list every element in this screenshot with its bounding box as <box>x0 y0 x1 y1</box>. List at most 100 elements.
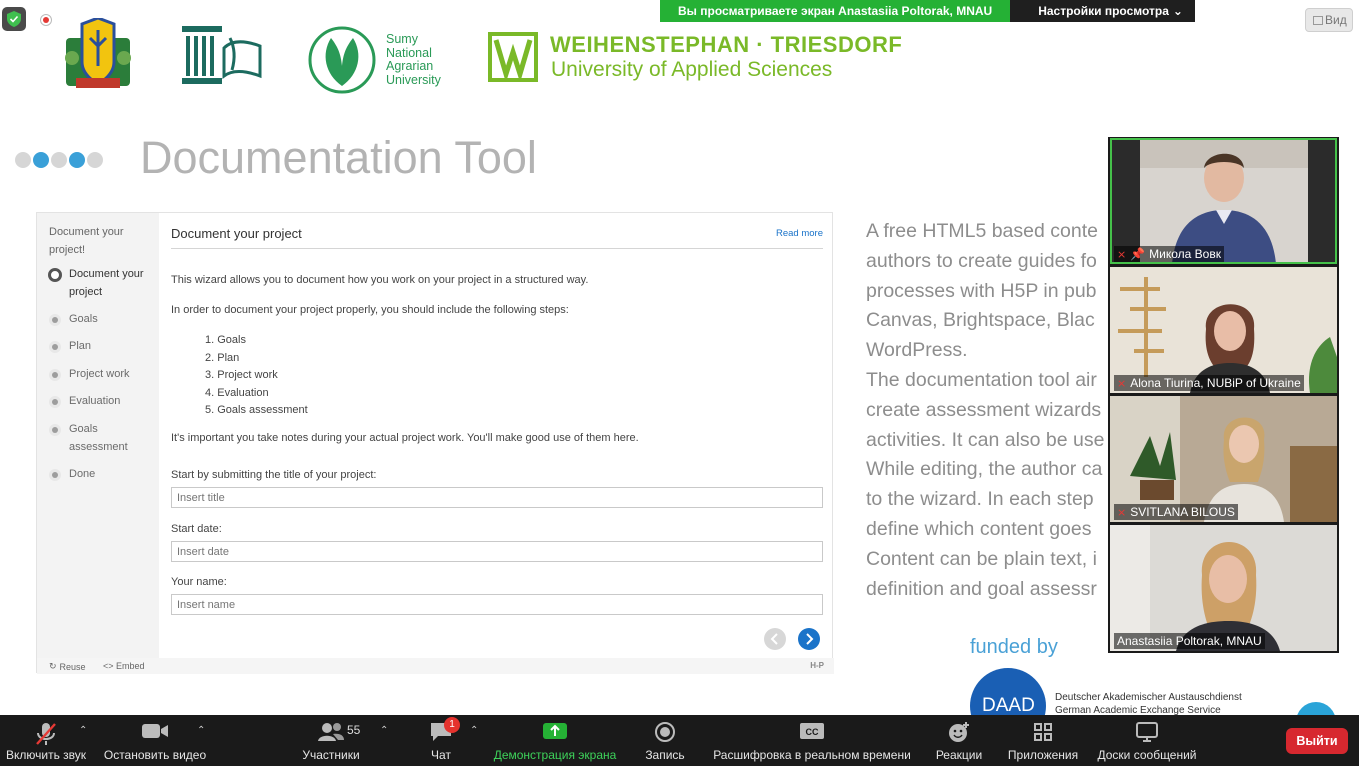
description-line: A free HTML5 based conte <box>866 220 1098 242</box>
whiteboard-icon <box>1136 722 1158 742</box>
next-step-button[interactable] <box>798 628 820 650</box>
svg-text:CC: CC <box>806 727 819 737</box>
wizard-step-document-project[interactable]: Document your project <box>48 265 155 301</box>
microphone-muted-icon <box>36 723 56 745</box>
view-options-button[interactable]: Настройки просмотра ⌄ <box>1010 0 1195 22</box>
unmute-button[interactable]: Включить звук <box>0 715 92 766</box>
security-shield-icon[interactable] <box>2 7 26 31</box>
description-line: Content can be plain text, i <box>866 547 1097 570</box>
embed-button[interactable]: <> Embed <box>103 661 145 671</box>
list-item: 3. Project work <box>205 369 278 382</box>
step-bullet-icon <box>48 268 62 282</box>
description-line: definition and goal assessr <box>866 577 1097 600</box>
chat-button[interactable]: 1 Чат <box>418 715 464 766</box>
slide-dot <box>33 152 49 168</box>
wizard-step-goals[interactable]: Goals <box>49 310 155 328</box>
your-name-input[interactable] <box>171 594 823 615</box>
description-line: processes with H5P in pub <box>866 279 1097 302</box>
participants-options-caret[interactable]: ⌃ <box>380 725 388 736</box>
record-button[interactable]: Запись <box>636 715 694 766</box>
participants-button[interactable]: 55 Участники <box>296 715 366 766</box>
slide-title: Documentation Tool <box>140 132 537 183</box>
live-transcript-button[interactable]: CC Расшифровка в реальном времени <box>708 715 916 766</box>
step-bullet-icon <box>49 469 61 481</box>
step-bullet-icon <box>49 396 61 408</box>
share-banner-message: Вы просматриваете экран Anastasiia Polto… <box>660 0 1011 22</box>
stop-video-label: Остановить видео <box>103 748 207 762</box>
participants-count: 55 <box>347 723 361 737</box>
wizard-step-done[interactable]: Done <box>49 465 155 483</box>
notes-text: It's important you take notes during you… <box>171 432 639 444</box>
share-screen-button[interactable]: Демонстрация экрана <box>490 715 620 766</box>
apps-button[interactable]: Приложения <box>1004 715 1082 766</box>
record-icon <box>655 722 675 742</box>
slide-dots-decoration <box>15 152 103 168</box>
participant-name: Anastasiia Poltorak, MNAU <box>1117 634 1262 648</box>
project-title-input[interactable] <box>171 487 823 508</box>
participants-label: Участники <box>302 748 360 762</box>
mic-muted-icon: ⨯ <box>1117 377 1127 390</box>
slide-dot <box>51 152 67 168</box>
step-label: Goals <box>69 313 98 325</box>
snau-line: Agrarian <box>386 59 434 73</box>
video-gallery: ⨯ 📌 Микола Вовк ⨯ Alona Tiurina, NUBiP o… <box>1108 137 1339 653</box>
apps-icon <box>1034 723 1052 741</box>
view-button[interactable]: Вид <box>1305 8 1353 32</box>
leave-meeting-button[interactable]: Выйти <box>1286 728 1348 754</box>
h5p-footer: ↻ Reuse <> Embed H-P <box>37 658 834 674</box>
wizard-step-goals-assessment[interactable]: Goals assessment <box>49 420 155 456</box>
read-more-link[interactable]: Read more <box>776 228 823 239</box>
video-options-caret[interactable]: ⌃ <box>197 725 205 736</box>
whiteboards-button[interactable]: Доски сообщений <box>1092 715 1202 766</box>
description-line: authors to create guides fo <box>866 249 1097 272</box>
participant-name: SVITLANA BILOUS <box>1130 505 1235 519</box>
reuse-button[interactable]: ↻ Reuse <box>49 661 86 672</box>
sidebar-heading: Document your project! <box>49 223 149 259</box>
video-tile[interactable]: ⨯ SVITLANA BILOUS <box>1110 396 1337 522</box>
wizard-step-plan[interactable]: Plan <box>49 337 155 355</box>
chevron-left-icon <box>770 633 778 645</box>
mic-muted-icon: ⨯ <box>1117 248 1127 261</box>
screen-share-banner: Вы просматриваете экран Anastasiia Polto… <box>660 0 1195 22</box>
participant-name-tag: ⨯ 📌 Микола Вовк <box>1114 246 1224 262</box>
reuse-label: Reuse <box>59 661 86 672</box>
description-line: WordPress. <box>866 339 968 362</box>
audio-options-caret[interactable]: ⌃ <box>79 725 87 736</box>
steps-intro-text: In order to document your project proper… <box>171 304 569 316</box>
wizard-step-project-work[interactable]: Project work <box>49 365 155 383</box>
wizard-step-evaluation[interactable]: Evaluation <box>49 392 155 410</box>
meeting-toolbar: Включить звук ⌃ Остановить видео ⌃ 55 Уч… <box>0 715 1359 766</box>
sidebar-heading-line: project! <box>49 244 86 256</box>
previous-step-button[interactable] <box>764 628 786 650</box>
participant-name-tag: ⨯ SVITLANA BILOUS <box>1114 504 1238 520</box>
video-tile[interactable]: ⨯ Alona Tiurina, NUBiP of Ukraine <box>1110 267 1337 393</box>
description-line: define which content goes <box>866 517 1092 540</box>
smiley-plus-icon <box>949 722 969 742</box>
participant-name: Микола Вовк <box>1149 247 1221 261</box>
participants-icon <box>318 723 344 741</box>
name-field-label: Your name: <box>171 576 227 588</box>
wizard-page-title: Document your project <box>171 226 302 241</box>
chat-unread-badge: 1 <box>444 717 460 733</box>
video-tile[interactable]: ⨯ 📌 Микола Вовк <box>1110 138 1337 264</box>
stop-video-button[interactable]: Остановить видео <box>100 715 210 766</box>
description-line: The documentation tool air <box>866 368 1097 391</box>
video-tile[interactable]: Anastasiia Poltorak, MNAU <box>1110 525 1337 651</box>
participant-name-tag: ⨯ Alona Tiurina, NUBiP of Ukraine <box>1114 375 1304 391</box>
weihenstephan-logo-mark <box>488 32 538 83</box>
list-item: 5. Goals assessment <box>205 404 308 417</box>
snau-line: Sumy <box>386 32 418 46</box>
weihenstephan-title: WEIHENSTEPHAN · TRIESDORF <box>550 32 903 57</box>
chat-options-caret[interactable]: ⌃ <box>470 725 478 736</box>
live-transcript-label: Расшифровка в реальном времени <box>713 748 911 762</box>
whiteboards-label: Доски сообщений <box>1097 748 1197 762</box>
step-label: project <box>69 286 103 298</box>
apps-label: Приложения <box>1007 748 1079 762</box>
video-camera-icon <box>142 724 168 738</box>
start-date-input[interactable] <box>171 541 823 562</box>
list-item: 1. Goals <box>205 334 246 346</box>
description-line: Canvas, Brightspace, Blac <box>866 309 1095 332</box>
slide-dot <box>69 152 85 168</box>
step-bullet-icon <box>49 314 61 326</box>
reactions-button[interactable]: Реакции <box>930 715 988 766</box>
